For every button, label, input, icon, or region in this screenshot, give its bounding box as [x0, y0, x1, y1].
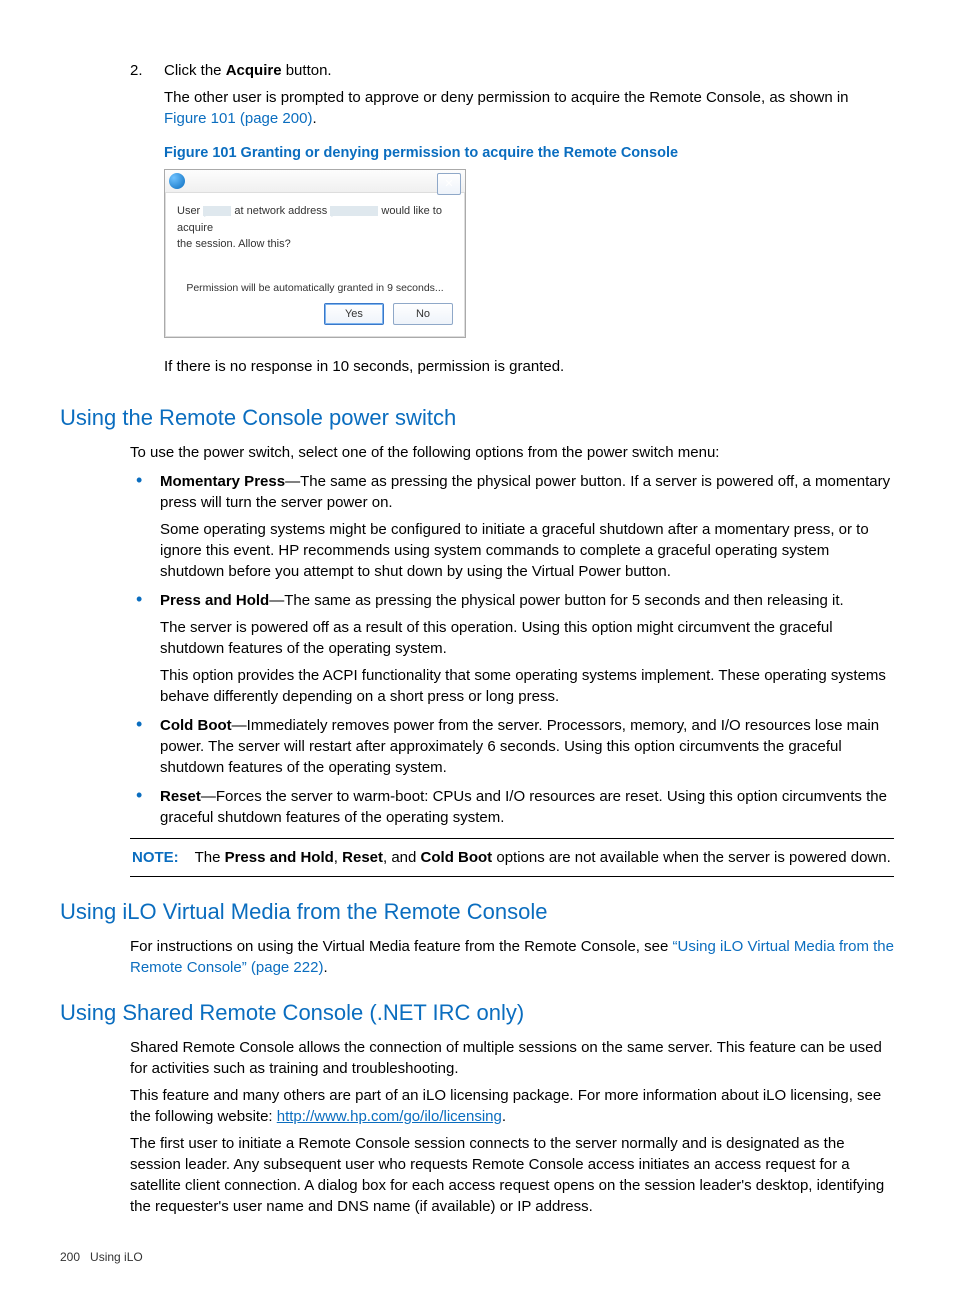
dialog-countdown: Permission will be automatically granted…: [177, 281, 453, 296]
shared-p3: The first user to initiate a Remote Cons…: [130, 1133, 894, 1217]
figure-ref-link[interactable]: Figure 101 (page 200): [164, 110, 312, 127]
option-desc: —The same as pressing the physical power…: [269, 592, 844, 609]
dialog-titlebar: ✕: [165, 170, 465, 193]
figure-caption: Figure 101 Granting or denying permissio…: [164, 143, 894, 163]
step-number: 2.: [130, 60, 164, 383]
permission-dialog: ✕ User . at network address . would like…: [164, 169, 466, 338]
list-item: Reset—Forces the server to warm-boot: CP…: [130, 786, 894, 828]
dialog-message: User . at network address . would like t…: [177, 203, 453, 253]
text: at network address: [234, 205, 327, 217]
text: Click the: [164, 62, 226, 79]
text: , and: [383, 849, 421, 866]
text: .: [323, 959, 327, 976]
option-name: Cold Boot: [160, 717, 232, 734]
text: For instructions on using the Virtual Me…: [130, 938, 673, 955]
power-intro: To use the power switch, select one of t…: [130, 442, 894, 463]
text: Cold Boot: [421, 849, 493, 866]
text: The: [195, 849, 225, 866]
option-para: This option provides the ACPI functional…: [160, 665, 894, 707]
text: ,: [334, 849, 342, 866]
heading-shared-console: Using Shared Remote Console (.NET IRC on…: [60, 998, 894, 1029]
redacted-address: .: [330, 206, 378, 216]
vm-paragraph: For instructions on using the Virtual Me…: [130, 936, 894, 978]
step-2: 2. Click the Acquire button. The other u…: [130, 60, 894, 383]
redacted-user: .: [203, 206, 231, 216]
option-name: Reset: [160, 788, 201, 805]
text: Press and Hold: [225, 849, 334, 866]
footer-section: Using iLO: [90, 1250, 143, 1264]
yes-button[interactable]: Yes: [324, 303, 384, 325]
page-footer: 200 Using iLO: [60, 1249, 894, 1266]
option-para: Some operating systems might be configur…: [160, 519, 894, 582]
text: The other user is prompted to approve or…: [164, 89, 849, 106]
step-description: The other user is prompted to approve or…: [164, 87, 894, 129]
option-name: Press and Hold: [160, 592, 269, 609]
list-item: Momentary Press—The same as pressing the…: [130, 471, 894, 582]
after-dialog-note: If there is no response in 10 seconds, p…: [164, 356, 894, 377]
step-instruction: Click the Acquire button.: [164, 60, 894, 81]
option-name: Momentary Press: [160, 473, 285, 490]
option-desc: —Immediately removes power from the serv…: [160, 717, 879, 776]
text: .: [312, 110, 316, 127]
acquire-word: Acquire: [226, 62, 282, 79]
heading-power-switch: Using the Remote Console power switch: [60, 403, 894, 434]
text: button.: [282, 62, 332, 79]
shared-p2: This feature and many others are part of…: [130, 1085, 894, 1127]
text: User: [177, 205, 200, 217]
power-options-list: Momentary Press —The same as pressing the…: [130, 471, 894, 828]
close-button[interactable]: ✕: [437, 173, 461, 195]
option-para: The server is powered off as a result of…: [160, 617, 894, 659]
text: Reset: [342, 849, 383, 866]
text: .: [502, 1108, 506, 1125]
option-desc: —Forces the server to warm-boot: CPUs an…: [160, 788, 887, 826]
page-number: 200: [60, 1250, 80, 1264]
text: options are not available when the serve…: [492, 849, 891, 866]
hp-logo-icon: [169, 173, 185, 189]
no-button[interactable]: No: [393, 303, 453, 325]
heading-virtual-media: Using iLO Virtual Media from the Remote …: [60, 897, 894, 928]
text: the session. Allow this?: [177, 238, 291, 250]
note-block: NOTE: The Press and Hold, Reset, and Col…: [130, 838, 894, 877]
shared-p1: Shared Remote Console allows the connect…: [130, 1037, 894, 1079]
list-item: Press and Hold—The same as pressing the …: [130, 590, 894, 707]
licensing-url-link[interactable]: http://www.hp.com/go/ilo/licensing: [277, 1108, 502, 1125]
note-label: NOTE:: [132, 849, 179, 866]
list-item: Cold Boot—Immediately removes power from…: [130, 715, 894, 778]
